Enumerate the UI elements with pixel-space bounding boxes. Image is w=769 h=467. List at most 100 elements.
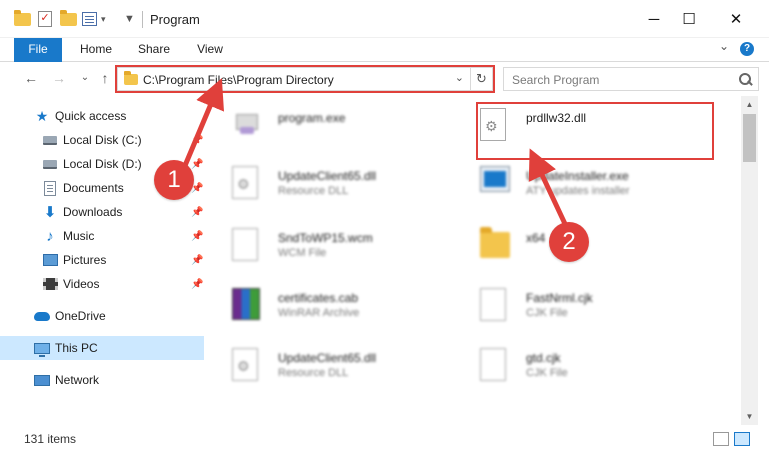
- file-name: UpdateClient65.dll: [278, 169, 377, 183]
- sidebar-item-label: Music: [63, 229, 95, 243]
- ribbon: File Home Share View ⌄ ?: [0, 38, 769, 62]
- tab-share[interactable]: Share: [133, 38, 175, 62]
- file-name: certificates.cab: [278, 291, 359, 305]
- customize-view-icon[interactable]: [82, 12, 97, 26]
- customize-toolbar-icon[interactable]: ▼: [124, 10, 135, 28]
- pin-icon[interactable]: 📌: [191, 279, 203, 290]
- file-item[interactable]: UpdateClient65.dll Resource DLL: [210, 160, 470, 210]
- sidebar-item-label: Quick access: [55, 109, 127, 123]
- file-name: program.exe: [278, 111, 346, 125]
- back-button[interactable]: ←: [22, 70, 40, 86]
- file-item[interactable]: program.exe: [210, 102, 470, 152]
- installer-icon: [480, 166, 510, 192]
- pin-icon[interactable]: 📌: [191, 159, 203, 170]
- sidebar-item-downloads[interactable]: ⬇ Downloads 📌: [0, 200, 204, 224]
- quick-access-toolbar: [14, 9, 31, 28]
- file-item[interactable]: SndToWP15.wcm WCM File: [210, 222, 470, 272]
- file-item[interactable]: FastNrml.cjk CJK File: [456, 282, 716, 332]
- title-separator: [142, 11, 143, 28]
- recent-locations-button[interactable]: ⌄: [76, 72, 94, 83]
- forward-button[interactable]: →: [50, 70, 68, 86]
- downloads-icon: ⬇: [43, 204, 57, 221]
- folder-icon: [480, 227, 510, 258]
- network-icon: [34, 374, 50, 386]
- qa-dropdown-icon[interactable]: ▾: [101, 10, 106, 28]
- sidebar-item-label: Network: [55, 373, 100, 387]
- pin-icon[interactable]: 📌: [191, 255, 203, 266]
- maximize-button[interactable]: ☐: [666, 0, 712, 38]
- file-item[interactable]: UpdateClient65.dll Resource DLL: [210, 342, 470, 392]
- file-name: gtd.cjk: [526, 351, 561, 365]
- sidebar-item-this-pc[interactable]: This PC: [0, 336, 204, 360]
- sidebar-item-pictures[interactable]: Pictures 📌: [0, 248, 204, 272]
- callout-badge-1: 1: [154, 160, 194, 200]
- ribbon-expand-icon[interactable]: ⌄: [719, 39, 729, 53]
- address-highlight-box: [115, 65, 495, 93]
- sidebar-item-label: Pictures: [63, 253, 107, 267]
- onedrive-icon: [34, 311, 50, 321]
- file-name: FastNrml.cjk: [526, 291, 593, 305]
- file-name: UpdateInstaller.exe: [526, 169, 629, 183]
- file-type: CJK File: [526, 307, 568, 319]
- file-item[interactable]: UpdateInstaller.exe ATY updates installe…: [456, 160, 716, 210]
- tab-view[interactable]: View: [192, 38, 228, 62]
- scroll-up-icon[interactable]: ▲: [741, 96, 758, 113]
- sidebar-item-music[interactable]: ♪ Music 📌: [0, 224, 204, 248]
- sidebar-item-onedrive[interactable]: OneDrive: [0, 304, 204, 328]
- folder-icon[interactable]: [14, 9, 31, 26]
- scroll-thumb[interactable]: [743, 114, 756, 162]
- item-count: 131 items: [24, 432, 77, 446]
- up-button[interactable]: ↑: [96, 70, 114, 86]
- star-icon: ★: [35, 107, 49, 124]
- search-box[interactable]: Search Program: [503, 67, 759, 91]
- documents-icon: [44, 180, 56, 196]
- vertical-scrollbar[interactable]: ▲ ▼: [741, 96, 758, 425]
- sidebar-item-local-disk-c[interactable]: Local Disk (C:) 📌: [0, 128, 204, 152]
- search-input[interactable]: Search Program: [512, 73, 599, 87]
- music-icon: ♪: [46, 227, 54, 245]
- videos-icon: [42, 278, 58, 290]
- large-icons-view-icon[interactable]: [734, 432, 750, 446]
- callout-badge-2: 2: [549, 222, 589, 262]
- file-type: WCM File: [278, 247, 327, 259]
- window-title: Program: [150, 12, 200, 27]
- file-type: WinRAR Archive: [278, 307, 360, 319]
- sidebar-item-network[interactable]: Network: [0, 368, 204, 392]
- disk-icon: [43, 159, 57, 169]
- file-type: Resource DLL: [278, 185, 349, 197]
- file-icon: [480, 288, 506, 321]
- tab-file[interactable]: File: [14, 38, 62, 62]
- sidebar-item-quick-access[interactable]: ★ Quick access: [0, 104, 204, 128]
- sidebar-item-label: Documents: [63, 181, 124, 195]
- sidebar-item-label: Local Disk (D:): [63, 157, 142, 171]
- this-pc-icon: [34, 342, 50, 357]
- details-view-icon[interactable]: [713, 432, 729, 446]
- pin-icon[interactable]: 📌: [191, 231, 203, 242]
- close-button[interactable]: ✕: [713, 0, 759, 38]
- scroll-down-icon[interactable]: ▼: [741, 408, 758, 425]
- file-highlight-box: [476, 102, 714, 160]
- navigation-bar: ← → ⌄ ↑ C:\Program Files\Program Directo…: [0, 62, 769, 96]
- navigation-pane: ★ Quick access Local Disk (C:) 📌 Local D…: [0, 100, 210, 425]
- help-icon[interactable]: ?: [740, 42, 754, 56]
- disk-icon: [43, 135, 57, 145]
- file-icon: [232, 228, 258, 261]
- new-folder-icon[interactable]: [60, 9, 77, 26]
- sidebar-item-label: OneDrive: [55, 309, 106, 323]
- properties-check-icon[interactable]: ✓: [38, 11, 52, 27]
- file-icon: [480, 348, 506, 381]
- title-bar: ✓ ▾ ▼ Program ─ ☐ ✕: [0, 0, 769, 38]
- pin-icon[interactable]: 📌: [191, 135, 203, 146]
- file-name: SndToWP15.wcm: [278, 231, 373, 245]
- file-item[interactable]: gtd.cjk CJK File: [456, 342, 716, 392]
- file-item[interactable]: certificates.cab WinRAR Archive: [210, 282, 470, 332]
- tab-home[interactable]: Home: [76, 38, 116, 62]
- sidebar-item-videos[interactable]: Videos 📌: [0, 272, 204, 296]
- pin-icon[interactable]: 📌: [191, 207, 203, 218]
- sidebar-item-label: Downloads: [63, 205, 123, 219]
- search-icon[interactable]: [738, 71, 752, 87]
- dll-icon: [232, 348, 258, 381]
- file-type: Resource DLL: [278, 367, 349, 379]
- winrar-icon: [232, 288, 260, 320]
- dll-icon: [232, 166, 258, 199]
